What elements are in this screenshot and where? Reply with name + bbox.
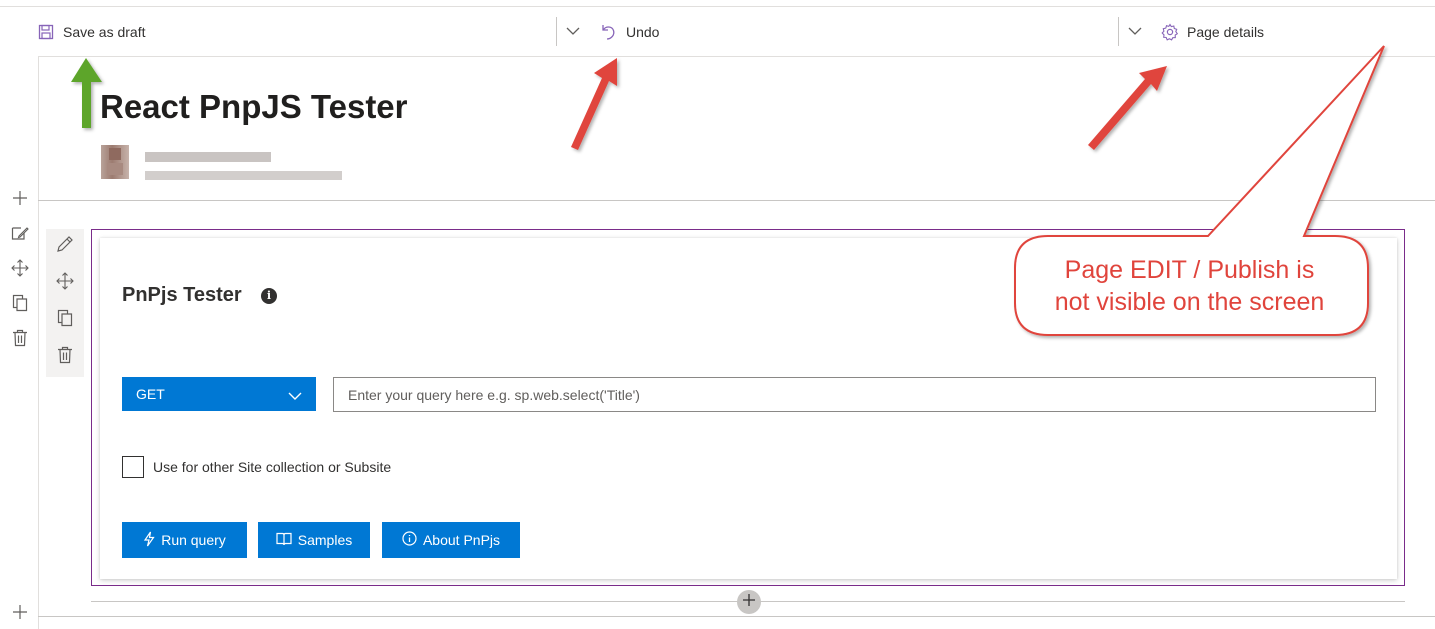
callout-text: Page EDIT / Publish is not visible on th… bbox=[1017, 254, 1362, 318]
red-arrow-page-details-annotation bbox=[1088, 66, 1167, 150]
callout-line-1: Page EDIT / Publish is bbox=[1064, 256, 1315, 284]
callout-line-2: not visible on the screen bbox=[1054, 288, 1325, 316]
red-arrow-undo-annotation bbox=[571, 58, 617, 150]
green-arrow-annotation bbox=[71, 58, 102, 128]
